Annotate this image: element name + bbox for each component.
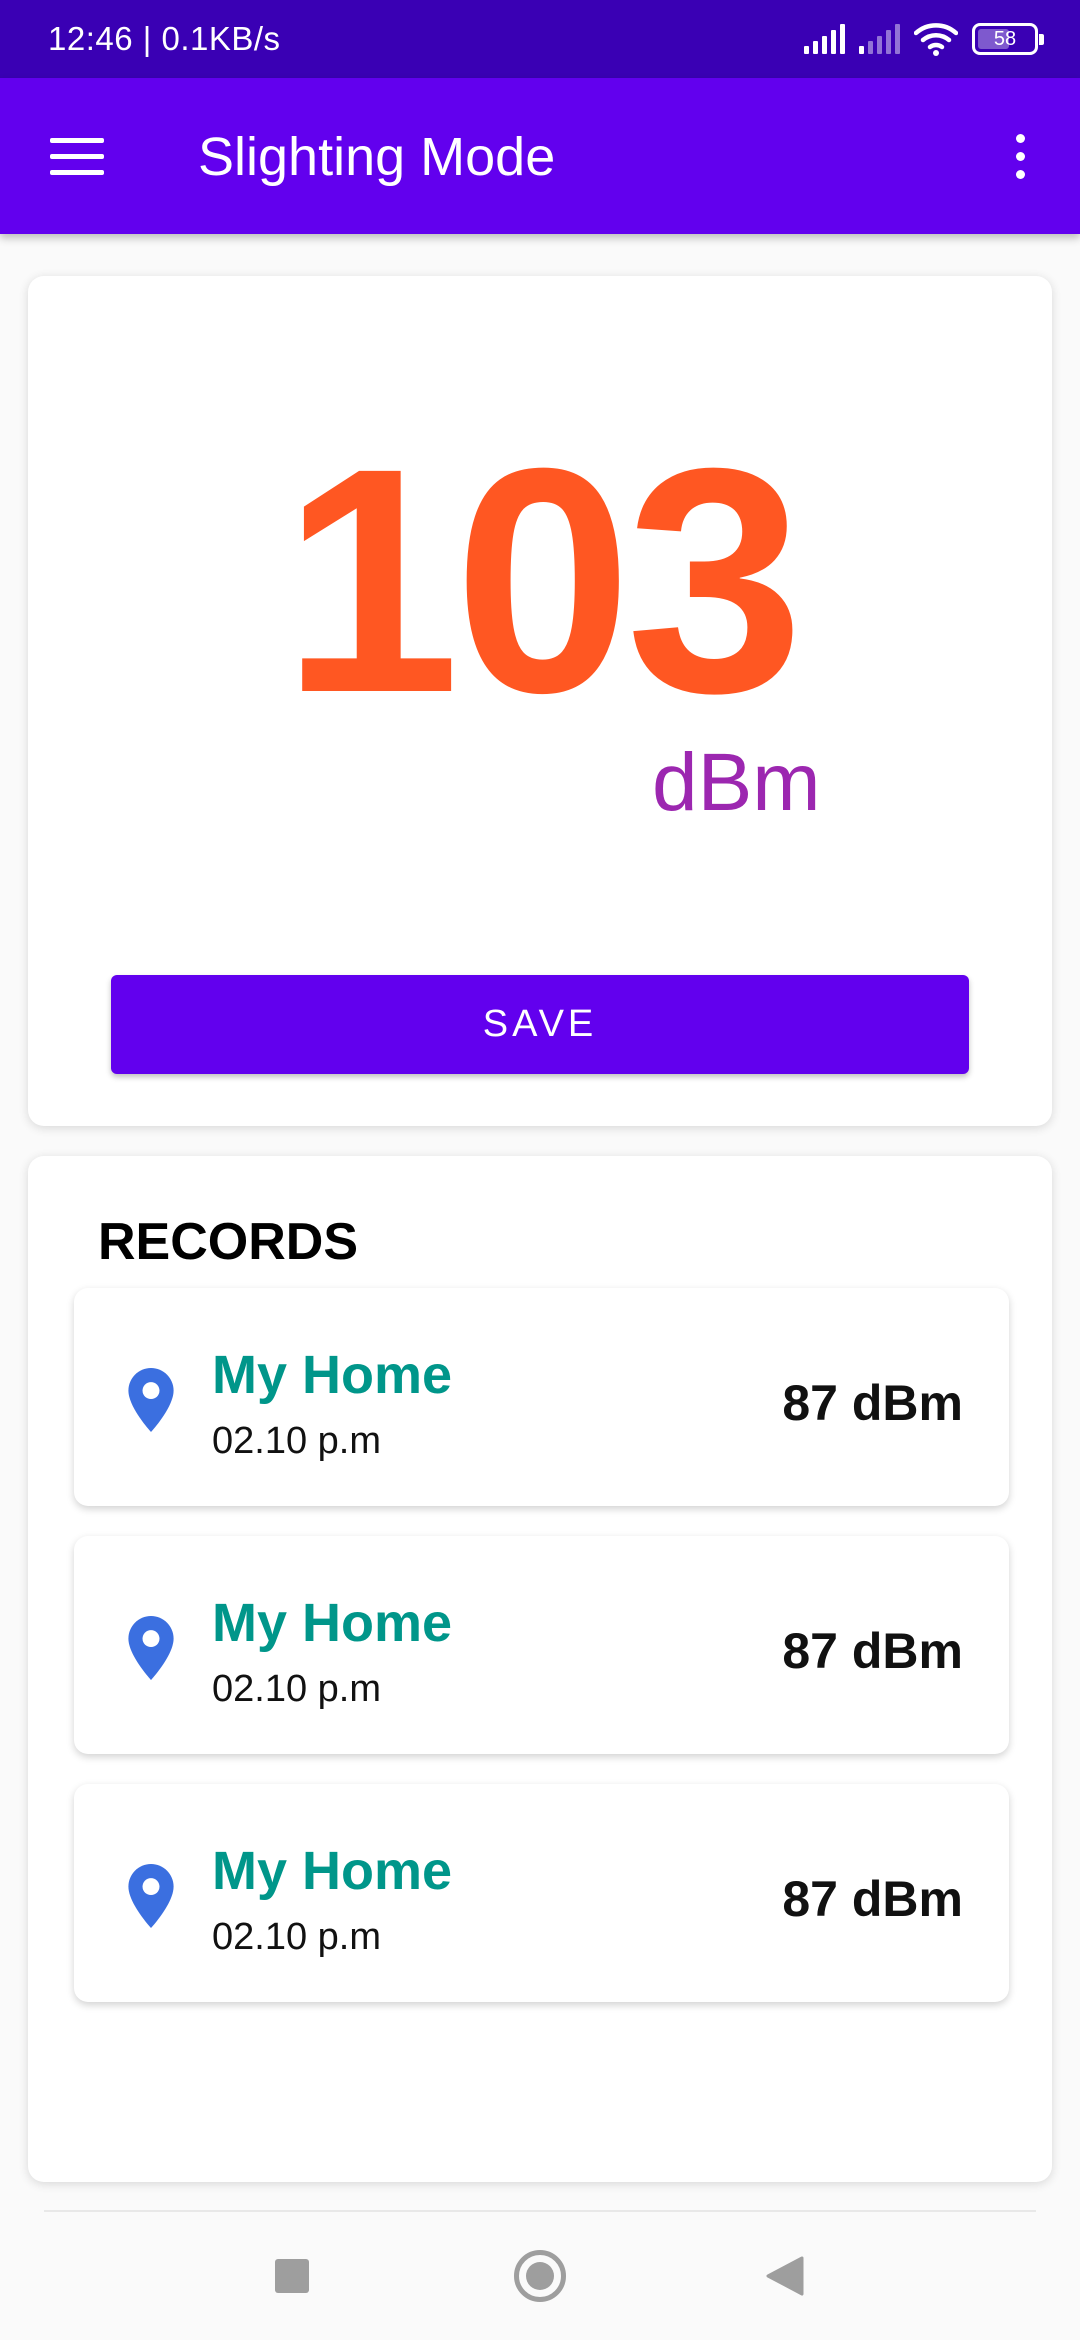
status-icons: 58 (804, 22, 1044, 56)
app-bar: Slighting Mode (0, 78, 1080, 234)
record-time: 02.10 p.m (212, 1668, 381, 1710)
location-pin-icon (128, 1864, 174, 1928)
record-time: 02.10 p.m (212, 1420, 381, 1462)
signal-value: 103 (282, 401, 804, 759)
status-time-speed: 12:46 | 0.1KB/s (48, 20, 281, 57)
record-name: My Home (212, 1345, 453, 1405)
signal-value-container: 103 (0, 420, 1080, 740)
back-triangle-icon[interactable] (766, 2256, 804, 2296)
record-name: My Home (212, 1841, 453, 1901)
wifi-icon (914, 23, 958, 56)
battery-icon: 58 (972, 23, 1044, 55)
system-nav-bar (0, 2212, 1080, 2340)
list-item[interactable]: My Home 02.10 p.m 87 dBm (74, 1536, 1009, 1754)
more-vertical-icon[interactable] (1000, 130, 1040, 184)
record-value: 87 dBm (782, 1871, 963, 1927)
signal-icon (804, 24, 845, 54)
signal-unit: dBm (652, 737, 821, 828)
status-bar: 12:46 | 0.1KB/s 58 (0, 0, 1080, 78)
recents-square-icon[interactable] (275, 2259, 309, 2293)
record-name: My Home (212, 1593, 453, 1653)
battery-level: 58 (993, 27, 1017, 50)
record-time: 02.10 p.m (212, 1916, 381, 1958)
list-item[interactable]: My Home 02.10 p.m 87 dBm (74, 1784, 1009, 2002)
hamburger-menu-icon[interactable] (50, 138, 104, 176)
save-button[interactable]: SAVE (111, 975, 969, 1074)
record-value: 87 dBm (782, 1623, 963, 1679)
list-item[interactable]: My Home 02.10 p.m 87 dBm (74, 1288, 1009, 1506)
location-pin-icon (128, 1616, 174, 1680)
records-title: RECORDS (98, 1213, 359, 1271)
page-title: Slighting Mode (198, 127, 556, 187)
location-pin-icon (128, 1368, 174, 1432)
home-circle-icon[interactable] (514, 2250, 566, 2302)
signal-icon (859, 24, 900, 54)
record-value: 87 dBm (782, 1375, 963, 1431)
